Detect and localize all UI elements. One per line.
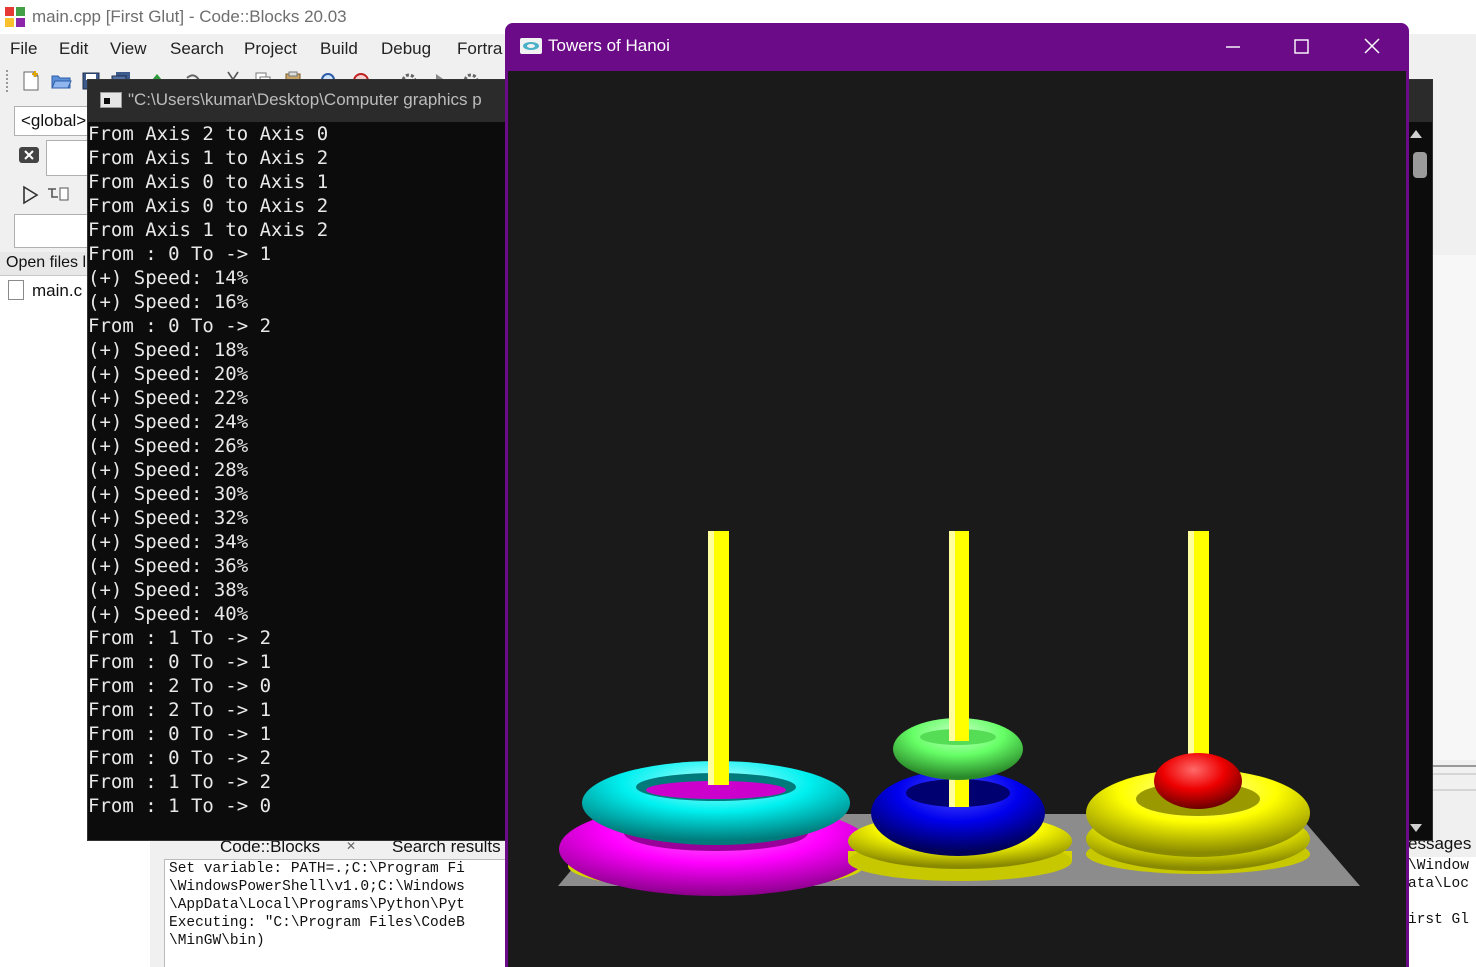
console-line: From Axis 0 to Axis 1 — [88, 171, 329, 193]
hanoi-canvas[interactable] — [508, 71, 1406, 967]
menu-build[interactable]: Build — [320, 39, 358, 59]
console-line: (+) Speed: 38% — [88, 579, 249, 601]
console-title: "C:\Users\kumar\Desktop\Computer graphic… — [128, 90, 482, 109]
close-tab-icon[interactable]: ✕ — [346, 839, 356, 853]
console-line: (+) Speed: 18% — [88, 339, 249, 361]
console-line: From : 2 To -> 1 — [88, 699, 272, 721]
rod-0-stack — [559, 531, 873, 896]
console-line: From : 1 To -> 2 — [88, 627, 272, 649]
build-target-input[interactable] — [14, 214, 94, 248]
console-line: From Axis 1 to Axis 2 — [88, 219, 329, 241]
menu-search[interactable]: Search — [170, 39, 224, 59]
console-line: (+) Speed: 16% — [88, 291, 249, 313]
hanoi-titlebar[interactable]: Towers of Hanoi — [505, 23, 1409, 71]
menu-edit[interactable]: Edit — [59, 39, 88, 59]
console-line: (+) Speed: 34% — [88, 531, 249, 553]
new-file-icon[interactable] — [20, 70, 42, 92]
cpp-file-icon — [8, 280, 24, 300]
hanoi-window: Towers of Hanoi — [505, 23, 1409, 967]
console-line: (+) Speed: 22% — [88, 387, 249, 409]
menubar: File Edit View Search Project Build Debu… — [0, 36, 520, 64]
menu-debug[interactable]: Debug — [381, 39, 431, 59]
console-output: From Axis 2 to Axis 0 From Axis 1 to Axis… — [88, 122, 328, 818]
menu-project[interactable]: Project — [244, 39, 297, 59]
codeblocks-app-icon — [5, 7, 25, 27]
console-line: From Axis 1 to Axis 2 — [88, 147, 329, 169]
toolbar-grip[interactable] — [6, 70, 10, 92]
console-line: (+) Speed: 28% — [88, 459, 249, 481]
scroll-down-arrow-icon[interactable] — [1410, 824, 1422, 832]
console-line: (+) Speed: 32% — [88, 507, 249, 529]
console-line: (+) Speed: 36% — [88, 555, 249, 577]
build-log-text-right: \Window ata\Loc irst Gl — [1408, 857, 1476, 967]
rod-1-stack — [848, 531, 1072, 881]
console-line: From : 0 To -> 2 — [88, 747, 272, 769]
scroll-up-arrow-icon[interactable] — [1410, 130, 1422, 138]
console-line: From : 0 To -> 2 — [88, 315, 272, 337]
console-app-icon — [100, 92, 122, 108]
menu-fortran[interactable]: Fortra — [457, 39, 502, 59]
open-file-item[interactable]: main.c — [32, 281, 82, 301]
console-line: From : 0 To -> 1 — [88, 723, 272, 745]
run-to-cursor-icon[interactable] — [46, 185, 74, 205]
open-folder-icon[interactable] — [50, 70, 72, 92]
console-scrollbar-thumb[interactable] — [1413, 152, 1427, 178]
menu-file[interactable]: File — [10, 39, 37, 59]
console-line: From : 1 To -> 2 — [88, 771, 272, 793]
console-line: (+) Speed: 24% — [88, 411, 249, 433]
console-line: (+) Speed: 26% — [88, 435, 249, 457]
console-line: From : 1 To -> 0 — [88, 795, 272, 817]
close-button[interactable] — [1352, 33, 1392, 61]
hanoi-title: Towers of Hanoi — [548, 36, 670, 55]
debug-start-icon[interactable] — [20, 185, 40, 205]
console-line: From Axis 2 to Axis 0 — [88, 123, 329, 145]
console-line: From : 2 To -> 0 — [88, 675, 272, 697]
disk-red — [1154, 753, 1242, 809]
codeblocks-title: main.cpp [First Glut] - Code::Blocks 20.… — [32, 7, 347, 26]
console-line: (+) Speed: 20% — [88, 363, 249, 385]
clear-search-icon[interactable] — [18, 146, 40, 164]
glut-app-icon — [520, 38, 542, 54]
console-line: From : 0 To -> 1 — [88, 651, 272, 673]
scope-dropdown[interactable]: <global> — [14, 106, 94, 136]
console-line: (+) Speed: 14% — [88, 267, 249, 289]
maximize-button[interactable] — [1281, 33, 1321, 61]
menu-view[interactable]: View — [110, 39, 147, 59]
minimize-button[interactable] — [1213, 33, 1253, 61]
console-line: (+) Speed: 40% — [88, 603, 249, 625]
console-line: (+) Speed: 30% — [88, 483, 249, 505]
rod-2-stack — [1086, 531, 1310, 874]
console-line: From Axis 0 to Axis 2 — [88, 195, 329, 217]
console-line: From : 0 To -> 1 — [88, 243, 272, 265]
